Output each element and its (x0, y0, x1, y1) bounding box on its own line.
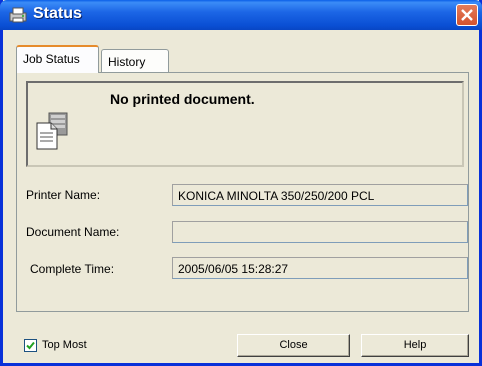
status-box: No printed document. (26, 81, 464, 167)
complete-time-field[interactable]: 2005/06/05 15:28:27 (172, 257, 468, 279)
check-icon (26, 341, 35, 350)
close-button[interactable]: Close (237, 334, 350, 357)
top-most-checkbox[interactable] (24, 339, 37, 352)
close-window-button[interactable] (456, 4, 478, 26)
printer-status-icon (9, 7, 27, 23)
job-status-panel: No printed document. Printer Name: KONIC… (16, 72, 469, 312)
complete-time-label: Complete Time: (30, 262, 115, 276)
top-most-label: Top Most (42, 339, 87, 351)
window-title: Status (33, 5, 82, 22)
status-window: Status Job Status History No printed doc… (0, 0, 482, 366)
tab-history[interactable]: History (101, 49, 169, 73)
tab-job-status[interactable]: Job Status (16, 45, 99, 73)
help-button[interactable]: Help (361, 334, 469, 357)
document-name-label: Document Name: (26, 225, 120, 239)
close-icon (461, 9, 473, 21)
printer-name-label: Printer Name: (26, 188, 101, 202)
document-name-field[interactable] (172, 221, 468, 243)
status-message: No printed document. (110, 91, 255, 107)
document-icon (36, 112, 68, 150)
printer-name-field[interactable]: KONICA MINOLTA 350/250/200 PCL (172, 184, 468, 206)
title-bar[interactable]: Status (0, 0, 482, 30)
